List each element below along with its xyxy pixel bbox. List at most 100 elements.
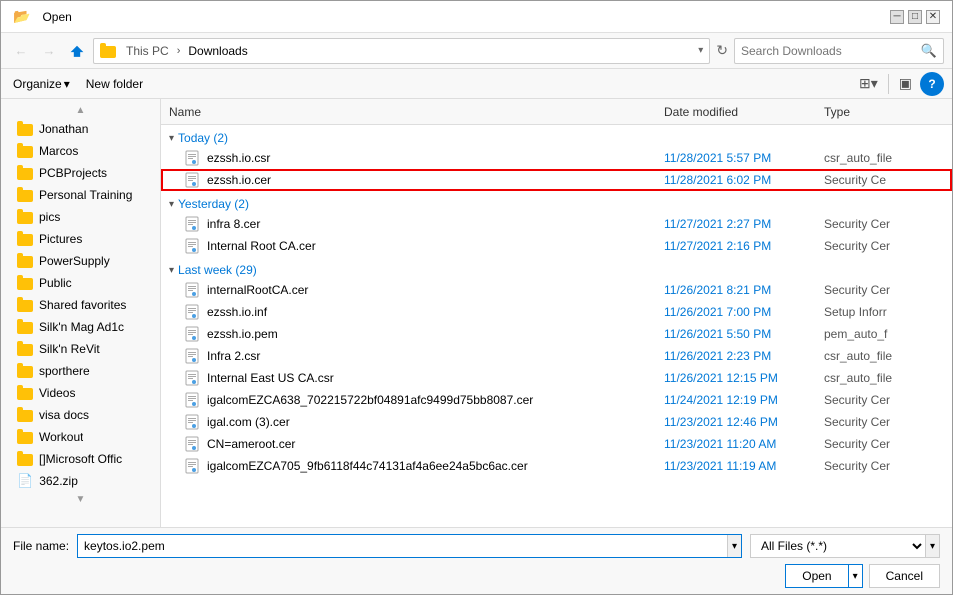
- file-row-f7[interactable]: ezssh.io.pem11/26/2021 5:50 PMpem_auto_f: [161, 323, 952, 345]
- filename-input[interactable]: [78, 535, 727, 557]
- file-row-f3[interactable]: infra 8.cer11/27/2021 2:27 PMSecurity Ce…: [161, 213, 952, 235]
- sidebar-item-pics[interactable]: pics: [1, 206, 160, 228]
- file-date-f2: 11/28/2021 6:02 PM: [664, 173, 824, 187]
- file-row-f9[interactable]: Internal East US CA.csr11/26/2021 12:15 …: [161, 367, 952, 389]
- refresh-button[interactable]: ↻: [714, 40, 730, 61]
- sidebar-item-powersupply[interactable]: PowerSupply: [1, 250, 160, 272]
- open-button[interactable]: Open: [786, 565, 847, 587]
- file-row-f2[interactable]: ezssh.io.cer11/28/2021 6:02 PMSecurity C…: [161, 169, 952, 191]
- sidebar-item-jonathan[interactable]: Jonathan: [1, 118, 160, 140]
- sidebar-item-workout[interactable]: Workout: [1, 426, 160, 448]
- filetype-dropdown-button[interactable]: ▾: [925, 535, 939, 557]
- filetype-wrapper[interactable]: All Files (*.*) ▾: [750, 534, 940, 558]
- filename-dropdown-button[interactable]: ▾: [727, 535, 741, 557]
- toolbar-divider: [888, 74, 889, 94]
- address-bar[interactable]: This PC › Downloads ▾: [93, 38, 710, 64]
- file-date-f10: 11/24/2021 12:19 PM: [664, 393, 824, 407]
- address-downloads: Downloads: [188, 44, 247, 58]
- file-row-f4[interactable]: Internal Root CA.cer11/27/2021 2:16 PMSe…: [161, 235, 952, 257]
- file-name-f9: Internal East US CA.csr: [207, 371, 664, 385]
- videos-icon: [17, 388, 33, 400]
- file-icon-f9: [185, 370, 201, 386]
- file-name-f11: igal.com (3).cer: [207, 415, 664, 429]
- file-type-f10: Security Cer: [824, 393, 944, 407]
- sidebar-scroll-up[interactable]: ▲: [1, 103, 160, 118]
- search-icon: 🔍: [921, 43, 937, 59]
- view-options-button[interactable]: ⊞ ▾: [855, 73, 882, 94]
- sidebar-item-marcos[interactable]: Marcos: [1, 140, 160, 162]
- ms-office-icon: [17, 454, 33, 466]
- group-header-last-week[interactable]: ▾Last week (29): [161, 257, 952, 279]
- file-row-f11[interactable]: igal.com (3).cer11/23/2021 12:46 PMSecur…: [161, 411, 952, 433]
- sidebar-item-ms-office[interactable]: []Microsoft Offic: [1, 448, 160, 470]
- column-type-header: Type: [824, 105, 944, 119]
- file-row-f10[interactable]: igalcomEZCA638_702215722bf04891afc9499d7…: [161, 389, 952, 411]
- file-name-f1: ezssh.io.csr: [207, 151, 664, 165]
- back-button[interactable]: ←: [9, 39, 33, 63]
- file-type-f12: Security Cer: [824, 437, 944, 451]
- organize-button[interactable]: Organize ▾: [9, 75, 74, 93]
- address-chevron-icon: ▾: [698, 45, 703, 56]
- sidebar-scroll-down[interactable]: ▼: [1, 492, 160, 507]
- new-folder-button[interactable]: New folder: [82, 75, 147, 93]
- public-icon: [17, 278, 33, 290]
- maximize-button[interactable]: □: [908, 10, 922, 24]
- group-chevron-yesterday: ▾: [169, 199, 174, 210]
- filename-input-wrapper[interactable]: ▾: [77, 534, 742, 558]
- sidebar-item-label-sporthere: sporthere: [39, 364, 90, 378]
- file-type-f11: Security Cer: [824, 415, 944, 429]
- pane-button[interactable]: ▣: [895, 73, 916, 94]
- file-row-f12[interactable]: CN=ameroot.cer11/23/2021 11:20 AMSecurit…: [161, 433, 952, 455]
- forward-icon: →: [43, 43, 56, 58]
- forward-button[interactable]: →: [37, 39, 61, 63]
- file-name-f7: ezssh.io.pem: [207, 327, 664, 341]
- pcbprojects-icon: [17, 168, 33, 180]
- sidebar-item-silkn-revit[interactable]: Silk'n ReVit: [1, 338, 160, 360]
- pane-icon: ▣: [899, 75, 912, 92]
- file-row-f6[interactable]: ezssh.io.inf11/26/2021 7:00 PMSetup Info…: [161, 301, 952, 323]
- file-icon-f13: [185, 458, 201, 474]
- filetype-select[interactable]: All Files (*.*): [751, 535, 925, 557]
- minimize-button[interactable]: ─: [890, 10, 904, 24]
- column-name-header: Name: [169, 105, 664, 119]
- organize-chevron-icon: ▾: [64, 77, 70, 91]
- sidebar-item-shared-favorites[interactable]: Shared favorites: [1, 294, 160, 316]
- refresh-icon: ↻: [716, 42, 728, 58]
- address-folder-icon: [100, 46, 116, 58]
- sidebar-item-pcbprojects[interactable]: PCBProjects: [1, 162, 160, 184]
- file-row-f5[interactable]: internalRootCA.cer11/26/2021 8:21 PMSecu…: [161, 279, 952, 301]
- file-type-f1: csr_auto_file: [824, 151, 944, 165]
- sidebar-item-visa-docs[interactable]: visa docs: [1, 404, 160, 426]
- search-box[interactable]: 🔍: [734, 38, 944, 64]
- address-separator: ›: [177, 45, 181, 57]
- sidebar-item-public[interactable]: Public: [1, 272, 160, 294]
- title-bar-controls: ─ □ ✕: [890, 10, 940, 24]
- file-row-f1[interactable]: ezssh.io.csr11/28/2021 5:57 PMcsr_auto_f…: [161, 147, 952, 169]
- open-dropdown-button[interactable]: ▾: [848, 565, 862, 587]
- close-button[interactable]: ✕: [926, 10, 940, 24]
- file-icon-f4: [185, 238, 201, 254]
- sidebar-item-sporthere[interactable]: sporthere: [1, 360, 160, 382]
- group-header-today[interactable]: ▾Today (2): [161, 125, 952, 147]
- open-dialog: 📂 Open ─ □ ✕ ← → This PC › Downloads ▾: [0, 0, 953, 595]
- filename-row: File name: ▾ All Files (*.*) ▾: [13, 534, 940, 558]
- file-row-f8[interactable]: Infra 2.csr11/26/2021 2:23 PMcsr_auto_fi…: [161, 345, 952, 367]
- file-row-f13[interactable]: igalcomEZCA705_9fb6118f44c74131af4a6ee24…: [161, 455, 952, 477]
- column-headers: Name Date modified Type: [161, 99, 952, 125]
- sidebar-item-silkn-mag[interactable]: Silk'n Mag Ad1c: [1, 316, 160, 338]
- file-icon-f6: [185, 304, 201, 320]
- group-header-yesterday[interactable]: ▾Yesterday (2): [161, 191, 952, 213]
- pics-icon: [17, 212, 33, 224]
- sidebar-item-pictures[interactable]: Pictures: [1, 228, 160, 250]
- cancel-button[interactable]: Cancel: [869, 564, 940, 588]
- sidebar-item-personal-training[interactable]: Personal Training: [1, 184, 160, 206]
- file-date-f3: 11/27/2021 2:27 PM: [664, 217, 824, 231]
- sidebar-item-362zip[interactable]: 📄362.zip: [1, 470, 160, 492]
- search-input[interactable]: [741, 44, 917, 58]
- navigation-toolbar: ← → This PC › Downloads ▾ ↻ 🔍: [1, 33, 952, 69]
- file-type-f13: Security Cer: [824, 459, 944, 473]
- sidebar-item-label-visa-docs: visa docs: [39, 408, 89, 422]
- sidebar-item-videos[interactable]: Videos: [1, 382, 160, 404]
- up-button[interactable]: [65, 39, 89, 63]
- help-button[interactable]: ?: [920, 72, 944, 96]
